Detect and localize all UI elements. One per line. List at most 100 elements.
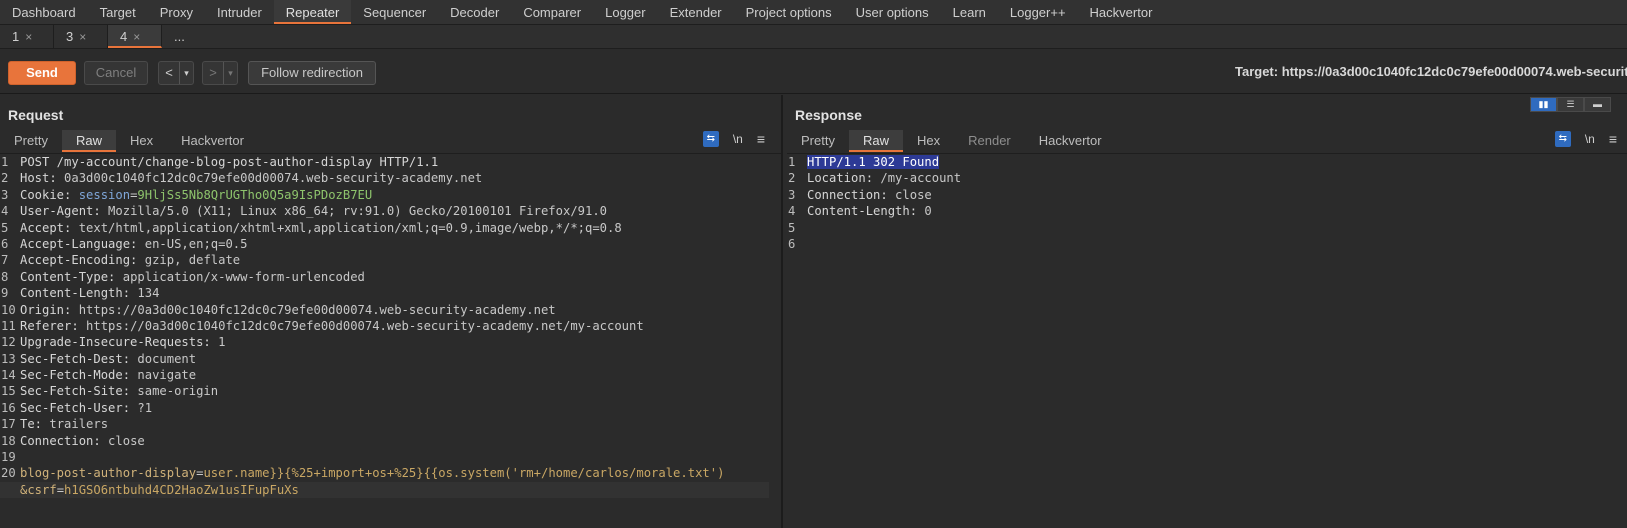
tab-decoder[interactable]: Decoder	[438, 0, 511, 24]
history-back-button[interactable]: < ▾	[158, 61, 194, 85]
header-value: https://0a3d00c1040fc12dc0c79efe00d00074…	[78, 318, 644, 333]
repeater-tab-1[interactable]: 1 ×	[0, 25, 54, 48]
line-number: 4	[788, 204, 796, 219]
close-icon[interactable]: ×	[25, 30, 32, 44]
response-line: 6	[787, 236, 1627, 252]
request-line: 16 Sec-Fetch-User: ?1	[0, 400, 781, 416]
chevron-right-icon: >	[209, 65, 217, 80]
request-editor[interactable]: 1 POST /my-account/change-blog-post-autho…	[0, 153, 781, 528]
cancel-button[interactable]: Cancel	[84, 61, 148, 85]
single-pane-layout-icon[interactable]: ▬	[1584, 97, 1611, 112]
tab-sequencer[interactable]: Sequencer	[351, 0, 438, 24]
menu-icon[interactable]: ≡	[1609, 131, 1617, 147]
header-name: Sec-Fetch-Site:	[20, 384, 131, 399]
header-value: 0	[917, 204, 932, 219]
tab-logger-plus-plus[interactable]: Logger++	[998, 0, 1078, 24]
close-icon[interactable]: ×	[133, 30, 140, 44]
tab-dashboard[interactable]: Dashboard	[0, 0, 88, 24]
tab-proxy[interactable]: Proxy	[148, 0, 205, 24]
tab-hackvertor[interactable]: Hackvertor	[1078, 0, 1165, 24]
cookie-value: 9HljSs5Nb8QrUGTho0Q5a9IsPDozB7EU	[137, 187, 373, 202]
line-number: 14	[1, 368, 16, 383]
send-button[interactable]: Send	[8, 61, 76, 85]
newline-toggle-icon[interactable]: \n	[1585, 132, 1595, 146]
header-name: Accept-Encoding:	[20, 253, 138, 268]
request-line: 13 Sec-Fetch-Dest: document	[0, 351, 781, 367]
word-wrap-icon[interactable]: ⇆	[1554, 131, 1571, 147]
request-tab-raw[interactable]: Raw	[61, 130, 116, 152]
line-number: 1	[1, 155, 9, 169]
request-tab-hex[interactable]: Hex	[116, 130, 167, 152]
header-value: gzip, deflate	[137, 253, 241, 268]
header-name: Accept:	[20, 220, 72, 235]
repeater-tab-4[interactable]: 4 ×	[108, 25, 162, 48]
repeater-tab-label: ...	[174, 29, 185, 44]
stacked-layout-icon[interactable]: ☰	[1557, 97, 1584, 112]
status-line: HTTP/1.1 302 Found	[807, 155, 940, 169]
follow-redirection-button[interactable]: Follow redirection	[248, 61, 376, 85]
repeater-tab-label: 3	[66, 29, 74, 44]
response-tab-render[interactable]: Render	[954, 130, 1025, 152]
request-tab-hackvertor[interactable]: Hackvertor	[167, 130, 258, 152]
response-editor[interactable]: 1 HTTP/1.1 302 Found 2 Location: /my-accou…	[787, 153, 1627, 528]
header-name: User-Agent:	[20, 204, 101, 219]
target-label[interactable]: Target: https://0a3d00c1040fc12dc0c79efe…	[1235, 49, 1627, 94]
request-line: 2 Host: 0a3d00c1040fc12dc0c79efe00d00074.…	[0, 170, 781, 186]
response-title: Response	[795, 107, 862, 123]
tab-learn[interactable]: Learn	[941, 0, 998, 24]
response-tab-raw[interactable]: Raw	[848, 130, 903, 152]
header-name: Content-Type:	[20, 269, 116, 284]
tab-intruder[interactable]: Intruder	[205, 0, 274, 24]
tab-extender[interactable]: Extender	[658, 0, 734, 24]
header-value: en-US,en;q=0.5	[137, 236, 248, 251]
header-value: document	[130, 351, 197, 366]
tab-logger[interactable]: Logger	[593, 0, 657, 24]
request-line: 9 Content-Length: 134	[0, 285, 781, 301]
tab-project-options[interactable]: Project options	[734, 0, 844, 24]
response-tab-hackvertor[interactable]: Hackvertor	[1025, 130, 1116, 152]
menu-icon[interactable]: ≡	[757, 131, 765, 147]
word-wrap-icon[interactable]: ⇆	[702, 131, 719, 147]
tab-repeater[interactable]: Repeater	[273, 0, 352, 24]
side-by-side-layout-icon[interactable]: ▮▮	[1530, 97, 1557, 112]
response-tab-hex[interactable]: Hex	[903, 130, 954, 152]
request-tab-pretty[interactable]: Pretty	[0, 130, 62, 152]
line-number: 12	[1, 335, 16, 350]
line-number: 6	[1, 236, 9, 251]
request-view-tabs: Pretty Raw Hex Hackvertor	[0, 130, 258, 152]
line-number: 5	[1, 220, 9, 235]
header-value: close	[100, 433, 145, 448]
response-editor-tools: ⇆ \n ≡	[1554, 131, 1617, 147]
body-param-name: csrf	[27, 482, 57, 497]
response-pane: ▮▮ ☰ ▬ Response Pretty Raw Hex Render Ha…	[787, 95, 1627, 528]
body-param-value: h1GSO6ntbuhd4CD2HaoZw1usIFupFuXs	[64, 482, 299, 497]
tab-target[interactable]: Target	[88, 0, 148, 24]
line-number: 18	[1, 433, 16, 448]
newline-toggle-icon[interactable]: \n	[733, 132, 743, 146]
tab-user-options[interactable]: User options	[844, 0, 941, 24]
header-value: trailers	[42, 417, 109, 432]
body-param-name: blog-post-author-display	[20, 466, 197, 481]
chevron-down-icon[interactable]: ▾	[179, 62, 193, 84]
header-name: Sec-Fetch-User:	[20, 400, 131, 415]
header-value: /my-account	[873, 171, 962, 186]
repeater-tab-3[interactable]: 3 ×	[54, 25, 108, 48]
header-value: same-origin	[130, 384, 219, 399]
repeater-tab-new[interactable]: ...	[162, 25, 216, 48]
line-number: 3	[788, 187, 796, 202]
cookie-name: session	[71, 187, 131, 202]
header-name: Accept-Language:	[20, 236, 138, 251]
chevron-down-icon[interactable]: ▾	[223, 62, 237, 84]
header-name: Connection:	[807, 187, 888, 202]
close-icon[interactable]: ×	[79, 30, 86, 44]
header-value: text/html,application/xhtml+xml,applicat…	[71, 220, 622, 235]
header-value: close	[887, 187, 932, 202]
request-body-line: &csrf=h1GSO6ntbuhd4CD2HaoZw1usIFupFuXs	[0, 481, 769, 499]
tab-comparer[interactable]: Comparer	[511, 0, 593, 24]
response-tab-pretty[interactable]: Pretty	[787, 130, 849, 152]
line-number: 20	[1, 466, 16, 481]
header-value: navigate	[130, 368, 197, 383]
header-value: 134	[130, 286, 160, 301]
history-forward-button[interactable]: > ▾	[202, 61, 238, 85]
line-number: 8	[1, 269, 9, 284]
